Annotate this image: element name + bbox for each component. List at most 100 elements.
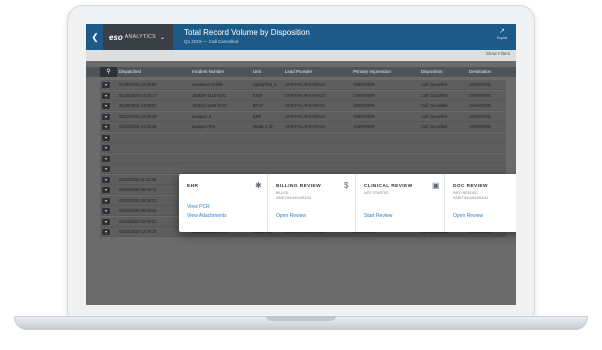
table-row[interactable]: ▾: [100, 164, 506, 174]
table-cell: SARITHA AKKARAJU: [285, 113, 326, 119]
billing-status: BILLED: [276, 191, 289, 195]
row-expand-icon[interactable]: ▾: [102, 187, 110, 193]
table-cell: Medic 2 @: [253, 124, 273, 129]
doc-review-panel: DOC REVIEW ◫ INFO NEEDED SARITHA AKKARAJ…: [444, 174, 516, 232]
row-expand-icon[interactable]: ▾: [102, 155, 110, 162]
row-expand-icon[interactable]: ▾: [102, 124, 110, 130]
column-header[interactable]: Primary Impression: [353, 67, 391, 77]
table-cell: UNKNOWN: [469, 113, 491, 119]
row-expand-icon[interactable]: ▾: [102, 113, 110, 120]
table-cell: 03/18/2015 09:53:12: [119, 187, 157, 192]
caduceus-icon: ✱: [255, 181, 262, 190]
export-icon: ↗: [499, 28, 505, 35]
table-cell: eso/demo mobile: [192, 82, 224, 87]
clinical-review-title: CLINICAL REVIEW: [364, 184, 413, 189]
row-expand-icon[interactable]: ▾: [102, 92, 110, 99]
view-attachments-link[interactable]: View Attachments: [187, 213, 227, 219]
page-title: Total Record Volume by Disposition: [184, 28, 310, 37]
table-cell: UNKNOWN: [469, 82, 491, 87]
dollar-icon: $: [344, 181, 349, 190]
row-expand-icon[interactable]: ▾: [102, 82, 110, 88]
ehr-title: EHR: [187, 184, 199, 189]
row-expand-icon[interactable]: ▾: [102, 218, 110, 225]
table-cell: 03/12/2015 12:39:40: [119, 113, 157, 119]
export-button[interactable]: ↗ Export: [494, 27, 510, 40]
app-header: ❮ eso ANALYTICS ⌄ Total Record Volume by…: [86, 24, 516, 50]
table-cell: UNKNOWN: [469, 103, 491, 108]
column-header[interactable]: Destination: [469, 67, 491, 77]
clinical-status: NOT STARTED: [364, 191, 389, 195]
table-cell: SARITHA AKKARAJU: [285, 82, 326, 87]
table-cell: UNKNOWN: [353, 103, 375, 108]
laptop-screen: ❮ eso ANALYTICS ⌄ Total Record Volume by…: [86, 24, 516, 305]
search-icon[interactable]: ⚲: [100, 67, 117, 77]
doc-status: INFO NEEDED: [453, 191, 478, 195]
table-cell: Call Cancelled: [421, 113, 448, 119]
row-expand-icon[interactable]: ▾: [102, 134, 110, 141]
table-cell: SandyTest_5: [253, 82, 277, 87]
app-switcher[interactable]: eso ANALYTICS ⌄: [103, 24, 173, 50]
table-cell: 03/19/2015 13:08:38: [119, 229, 157, 234]
column-header[interactable]: Incident Number: [192, 67, 224, 77]
start-review-link[interactable]: Start Review: [364, 213, 392, 219]
export-label: Export: [496, 36, 508, 40]
page-subtitle: Q1 2015 — Call Cancelled: [184, 39, 239, 44]
table-cell: 150529-1410-ESO: [192, 92, 227, 98]
table-row[interactable]: ▾ 01/29/2015 14:20:17 150529-1410-ESO ESI3 S…: [100, 90, 506, 101]
table-cell: 150512-1450-ESO: [192, 103, 227, 108]
table-cell: Call Cancelled: [421, 124, 448, 129]
table-cell: 01/09/2015 12:00:00: [119, 82, 157, 87]
table-row[interactable]: ▾: [100, 132, 506, 143]
table-cell: Call Cancelled: [421, 82, 448, 87]
laptop-mockup: ❮ eso ANALYTICS ⌄ Total Record Volume by…: [0, 0, 602, 350]
table-row[interactable]: ▾ 01/29/2015 14:39:27 150512-1450-ESO BTHF S…: [100, 101, 506, 111]
eso-logo: eso: [109, 32, 123, 42]
table-header: ⚲ Dispatched Incident Number Unit Lead Prov…: [86, 67, 516, 77]
app-name: ANALYTICS: [124, 34, 156, 40]
ehr-panel: EHR ✱ View PCR View Attachments: [179, 174, 267, 232]
table-row[interactable]: ▾ 01/09/2015 12:00:00 eso/demo mobile Sandy…: [100, 80, 506, 90]
view-pcr-link[interactable]: View PCR: [187, 204, 210, 210]
table-cell: 01/29/2015 14:39:27: [119, 103, 157, 108]
row-expand-icon[interactable]: ▾: [102, 197, 110, 204]
table-cell: autopscr7R3: [192, 124, 216, 129]
table-row[interactable]: ▾ 03/12/2015 14:36:26 autopscr7R3 Medic 2 @…: [100, 122, 506, 132]
row-expand-icon[interactable]: ▾: [102, 103, 110, 109]
column-header[interactable]: Unit: [253, 67, 261, 77]
table-cell: BTHF: [253, 103, 264, 108]
table-cell: 01/29/2015 14:20:17: [119, 92, 157, 98]
show-filters-link[interactable]: Show Filters: [486, 51, 510, 56]
row-expand-icon[interactable]: ▾: [102, 208, 110, 214]
column-header[interactable]: Dispatched: [119, 67, 141, 77]
column-header[interactable]: Lead Provider: [285, 67, 312, 77]
table-cell: BR8: [253, 113, 261, 119]
column-header[interactable]: Disposition: [421, 67, 442, 77]
row-expand-icon[interactable]: ▾: [102, 145, 110, 151]
back-arrow-icon[interactable]: ❮: [88, 24, 102, 50]
table-cell: 03/12/2015 14:36:26: [119, 124, 157, 129]
table-cell: Call Cancelled: [421, 92, 448, 98]
table-cell: UNKNOWN: [353, 124, 375, 129]
filter-bar: Show Filters: [86, 50, 516, 61]
row-expand-icon[interactable]: ▾: [102, 166, 110, 172]
table-row[interactable]: ▾ 03/12/2015 12:39:40 autopscr 5 BR8 SARITHA…: [100, 111, 506, 122]
row-expand-icon[interactable]: ▾: [102, 176, 110, 183]
table-cell: SARITHA AKKARAJU: [285, 103, 326, 108]
table-cell: Call Cancelled: [421, 103, 448, 108]
table-cell: ESI3: [253, 92, 262, 98]
table-cell: SARITHA AKKARAJU: [285, 124, 326, 129]
billing-open-review-link[interactable]: Open Review: [276, 213, 306, 219]
row-expand-icon[interactable]: ▾: [102, 229, 110, 235]
table-cell: UNKNOWN: [353, 113, 375, 119]
table-cell: SARITHA AKKARAJU: [285, 92, 326, 98]
table-cell: 03/12/2015 11:13:43: [119, 176, 157, 182]
table-cell: UNKNOWN: [469, 124, 491, 129]
clinical-review-panel: CLINICAL REVIEW ▣ NOT STARTED Start Revi…: [355, 174, 444, 232]
table-row[interactable]: ▾: [100, 153, 506, 164]
chevron-down-icon: ⌄: [159, 34, 165, 41]
table-row[interactable]: ▾: [100, 143, 506, 153]
doc-open-review-link[interactable]: Open Review: [453, 213, 483, 219]
billing-review-title: BILLING REVIEW: [276, 184, 322, 189]
doc-review-title: DOC REVIEW: [453, 184, 488, 189]
billing-review-panel: BILLING REVIEW $ BILLED SARITHA AKKARAJU…: [267, 174, 355, 232]
